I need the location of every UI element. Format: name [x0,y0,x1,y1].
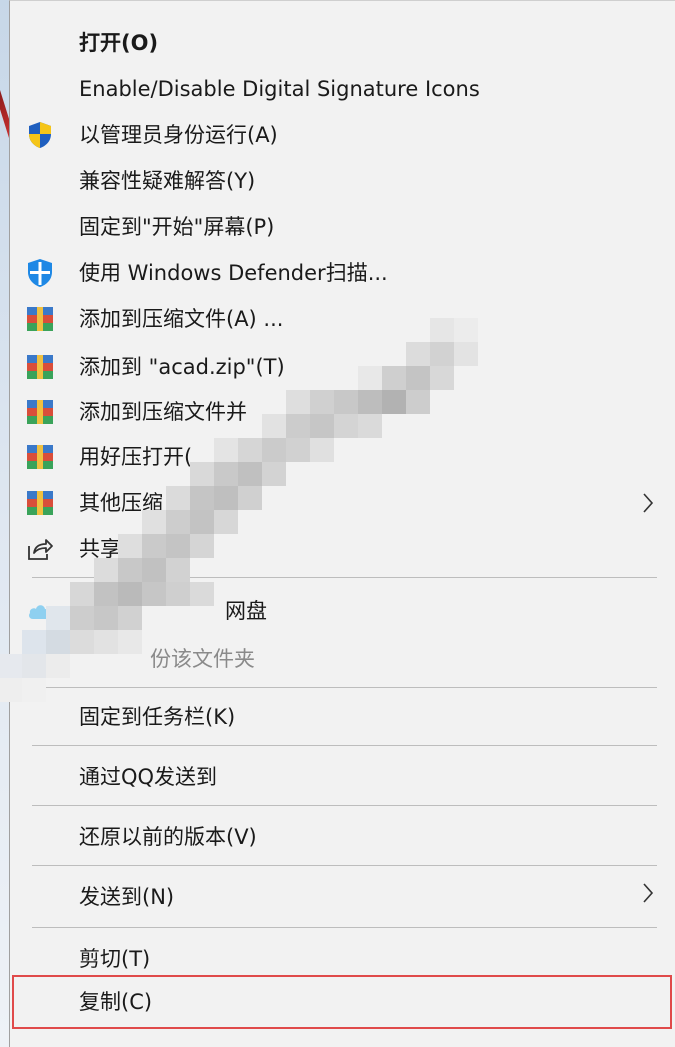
menu-item-label: 以管理员身份运行(A) [79,122,278,147]
menu-item-copy[interactable]: 复制(C) [10,986,674,1018]
menu-item-send-qq[interactable]: 通过QQ发送到 [10,761,674,793]
winrar-archive-icon [24,396,56,428]
menu-item-label: 用好压打开( [79,444,193,469]
desktop-icon-fragment [0,90,9,138]
menu-item-label: 通过QQ发送到 [79,764,218,789]
menu-item-share[interactable]: 共享 [10,533,674,565]
cloud-icon [24,595,56,627]
menu-item-label: 剪切(T) [79,946,151,971]
menu-item-label: Enable/Disable Digital Signature Icons [79,76,480,101]
menu-item-pin-start[interactable]: 固定到"开始"屏幕(P) [10,211,674,243]
menu-item-send-to[interactable]: 发送到(N) [10,881,674,913]
menu-item-label: 添加到压缩文件(A) ... [79,306,284,331]
menu-item-open[interactable]: 打开(O) [10,27,674,59]
menu-item-label: 打开(O) [79,30,159,55]
menu-item-add-zip[interactable]: 添加到 "acad.zip"(T) [10,351,674,383]
menu-item-label: 份该文件夹 [150,646,255,671]
menu-separator [32,745,657,746]
menu-item-label: 发送到(N) [79,884,175,909]
menu-item-label: 添加到压缩文件并 [79,399,247,424]
menu-item-digital-signature[interactable]: Enable/Disable Digital Signature Icons [10,73,674,105]
defender-shield-icon [24,257,56,289]
chevron-right-icon [643,883,654,903]
menu-item-defender-scan[interactable]: 使用 Windows Defender扫描... [10,257,674,289]
menu-item-run-as-admin[interactable]: 以管理员身份运行(A) [10,119,674,151]
share-icon [24,533,56,565]
menu-item-add-archive[interactable]: 添加到压缩文件(A) ... [10,303,674,335]
context-menu: 打开(O) Enable/Disable Digital Signature I… [9,0,675,1047]
menu-item-label: 添加到 "acad.zip"(T) [79,354,285,379]
desktop-edge [0,0,9,1047]
menu-item-cut[interactable]: 剪切(T) [10,943,674,975]
winrar-archive-icon [24,487,56,519]
menu-item-open-with-haozip[interactable]: 用好压打开( [10,441,674,473]
menu-item-label: 复制(C) [79,989,153,1014]
menu-separator [32,805,657,806]
chevron-right-icon [643,493,654,513]
menu-item-netdisk[interactable]: 网盘 [10,595,674,627]
uac-shield-icon [24,119,56,151]
menu-item-label: 共享 [79,536,121,561]
menu-item-label: 还原以前的版本(V) [79,824,257,849]
menu-item-pin-taskbar[interactable]: 固定到任务栏(K) [10,701,674,733]
menu-item-label: 兼容性疑难解答(Y) [79,168,256,193]
menu-separator [32,687,657,688]
menu-item-label: 其他压缩 [79,490,163,515]
menu-separator [32,577,657,578]
menu-item-add-archive-and[interactable]: 添加到压缩文件并 [10,396,674,428]
menu-item-other-compress[interactable]: 其他压缩 [10,487,674,519]
menu-item-label: 固定到"开始"屏幕(P) [79,214,275,239]
menu-item-restore-versions[interactable]: 还原以前的版本(V) [10,821,674,853]
winrar-archive-icon [24,441,56,473]
menu-separator [32,865,657,866]
menu-item-backup-folder[interactable]: 份该文件夹 [10,643,674,675]
menu-item-compatibility[interactable]: 兼容性疑难解答(Y) [10,165,674,197]
menu-separator [32,927,657,928]
winrar-archive-icon [24,303,56,335]
menu-item-label: 固定到任务栏(K) [79,704,236,729]
menu-item-label: 使用 Windows Defender扫描... [79,260,388,285]
winrar-archive-icon [24,351,56,383]
menu-item-label: 网盘 [225,598,267,623]
